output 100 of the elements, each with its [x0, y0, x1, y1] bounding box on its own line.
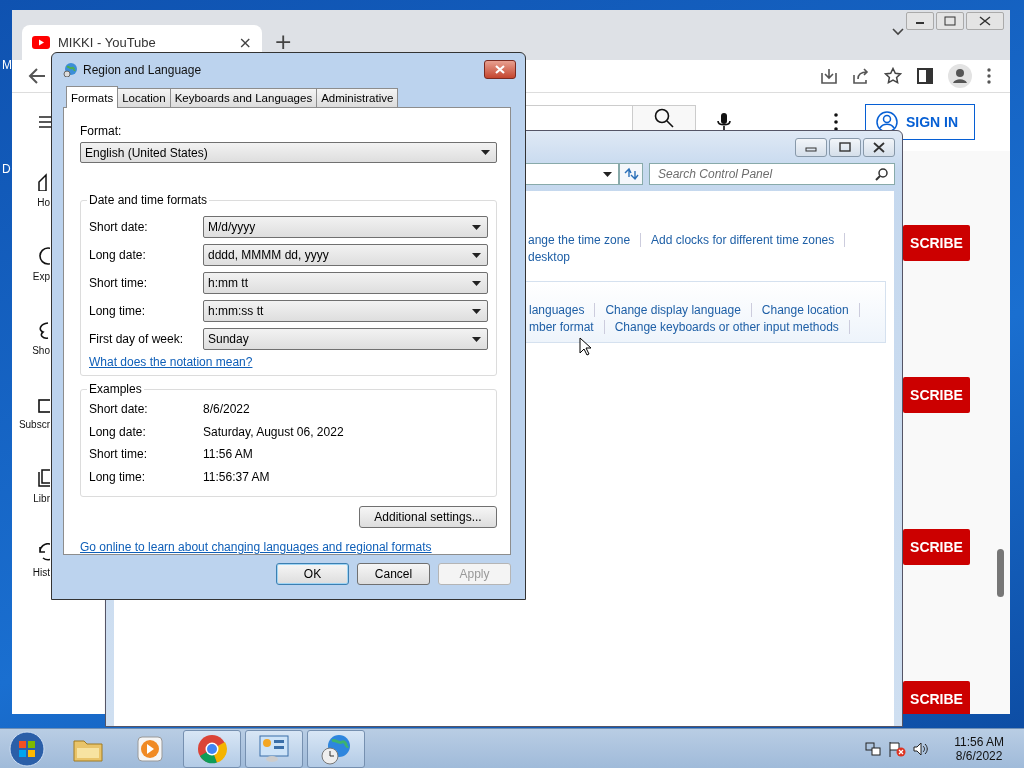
- globe-icon: [63, 62, 78, 77]
- help-link[interactable]: Go online to learn about changing languages and regional formats: [80, 540, 497, 554]
- scrollbar-thumb[interactable]: [997, 549, 1004, 597]
- field-label: Short date:: [89, 220, 149, 234]
- control-panel-link[interactable]: Add clocks for different time zones: [651, 232, 846, 247]
- close-button[interactable]: [484, 60, 516, 79]
- new-tab-button[interactable]: +: [274, 30, 293, 54]
- dropdown-arrow-icon: [472, 224, 481, 230]
- format-dropdown[interactable]: English (United States): [80, 142, 497, 163]
- maximize-icon[interactable]: [829, 138, 861, 157]
- search-button[interactable]: [632, 105, 696, 130]
- subscribe-button[interactable]: SCRIBE: [903, 681, 970, 714]
- side-panel-icon[interactable]: [916, 67, 934, 85]
- search-icon: [654, 108, 674, 128]
- tab[interactable]: Location: [117, 88, 171, 107]
- tab[interactable]: Keyboards and Languages: [169, 88, 318, 107]
- sidebar-item[interactable]: Sho: [32, 345, 50, 356]
- example-value: 8/6/2022: [203, 402, 250, 417]
- example-value: Saturday, August 06, 2022: [203, 424, 344, 439]
- microphone-icon[interactable]: [717, 112, 731, 132]
- star-icon[interactable]: [884, 67, 902, 85]
- control-panel-link[interactable]: languages: [529, 302, 596, 317]
- help-link[interactable]: What does the notation mean?: [89, 355, 253, 369]
- field-label: Long date:: [89, 248, 147, 262]
- tab[interactable]: Administrative: [316, 88, 399, 107]
- search-box[interactable]: Search Control Panel: [649, 163, 895, 185]
- sidebar-item[interactable]: Ho: [37, 197, 50, 208]
- cursor-icon: [579, 337, 592, 356]
- tab-title: MIKKI - YouTube: [58, 35, 157, 50]
- taskbar-button[interactable]: [307, 730, 365, 768]
- sidebar-item[interactable]: Hist: [32, 567, 50, 578]
- sidebar-item[interactable]: Libr: [33, 493, 50, 504]
- group-title: Examples: [88, 382, 143, 396]
- close-icon[interactable]: [966, 12, 1004, 30]
- network-icon[interactable]: [865, 741, 882, 757]
- example-value: 11:56:37 AM: [203, 469, 270, 484]
- dialog-button[interactable]: OK: [276, 563, 349, 585]
- example-value: 11:56 AM: [203, 447, 253, 462]
- subscribe-button[interactable]: SCRIBE: [903, 529, 970, 565]
- example-label: Long time:: [89, 469, 147, 484]
- dropdown-arrow-icon: [472, 308, 481, 314]
- desktop-icon-label: D: [2, 162, 11, 176]
- close-icon[interactable]: [863, 138, 895, 157]
- volume-icon[interactable]: [913, 741, 930, 757]
- refresh-button[interactable]: [619, 163, 643, 185]
- share-icon[interactable]: [852, 67, 870, 85]
- subscribe-button[interactable]: SCRIBE: [903, 225, 970, 261]
- control-panel-icon: [258, 734, 290, 764]
- format-label: Format:: [80, 124, 123, 138]
- menu-icon[interactable]: [39, 116, 51, 128]
- control-panel-link[interactable]: Change location: [761, 302, 860, 317]
- window-title: Region and Language: [83, 62, 202, 77]
- media-player-icon: [136, 735, 164, 763]
- back-arrow-icon[interactable]: [28, 68, 46, 84]
- format-dropdown[interactable]: M/d/yyyy: [203, 216, 488, 238]
- dropdown-arrow-icon: [481, 150, 490, 155]
- example-label: Short date:: [89, 402, 149, 417]
- profile-icon[interactable]: [948, 64, 972, 88]
- more-icon[interactable]: [986, 68, 992, 84]
- chrome-icon: [197, 734, 227, 764]
- format-dropdown[interactable]: dddd, MMMM dd, yyyy: [203, 244, 488, 266]
- taskbar-button[interactable]: [245, 730, 303, 768]
- format-dropdown[interactable]: h:mm tt: [203, 272, 488, 294]
- sign-in-button[interactable]: SIGN IN: [865, 104, 975, 140]
- start-button[interactable]: [9, 731, 45, 767]
- flag-icon[interactable]: [888, 741, 907, 757]
- taskbar-button[interactable]: [183, 730, 241, 768]
- control-panel-link[interactable]: Change display language: [605, 302, 752, 317]
- sidebar-item[interactable]: Exp: [32, 271, 50, 282]
- youtube-logo-icon: [32, 36, 50, 49]
- dropdown-arrow-icon: [472, 280, 481, 286]
- field-label: Short time:: [89, 276, 149, 290]
- sidebar-item[interactable]: Subscr: [18, 419, 50, 430]
- tab-close-button[interactable]: ×: [238, 33, 252, 52]
- control-panel-link[interactable]: desktop: [528, 249, 581, 264]
- dropdown-arrow-icon: [472, 336, 481, 342]
- search-field[interactable]: Search Control Panel: [656, 166, 875, 182]
- control-panel-link[interactable]: mber format: [529, 319, 605, 334]
- additional-settings-button[interactable]: Additional settings...: [359, 506, 497, 528]
- dropdown-arrow-icon: [472, 252, 481, 258]
- close-icon: [494, 65, 506, 74]
- control-panel-link[interactable]: ange the time zone: [528, 232, 642, 247]
- clock-time[interactable]: 11:56 AM: [954, 735, 1004, 749]
- more-icon[interactable]: [833, 113, 839, 131]
- group-title: Date and time formats: [88, 193, 209, 207]
- globe-clock-icon: [320, 733, 352, 765]
- download-icon[interactable]: [820, 67, 838, 85]
- dialog-button[interactable]: Cancel: [357, 563, 430, 585]
- format-dropdown[interactable]: Sunday: [203, 328, 488, 350]
- field-label: Long time:: [89, 304, 147, 318]
- control-panel-link[interactable]: Change keyboards or other input methods: [614, 319, 850, 334]
- subscribe-button[interactable]: SCRIBE: [903, 377, 970, 413]
- search-icon: [875, 167, 888, 181]
- minimize-icon[interactable]: [906, 12, 934, 30]
- refresh-icon: [623, 167, 639, 181]
- clock-date[interactable]: 8/6/2022: [955, 749, 1003, 763]
- tab[interactable]: Formats: [66, 86, 119, 108]
- format-dropdown[interactable]: h:mm:ss tt: [203, 300, 488, 322]
- example-label: Long date:: [89, 424, 147, 439]
- caret-icon[interactable]: [892, 28, 904, 36]
